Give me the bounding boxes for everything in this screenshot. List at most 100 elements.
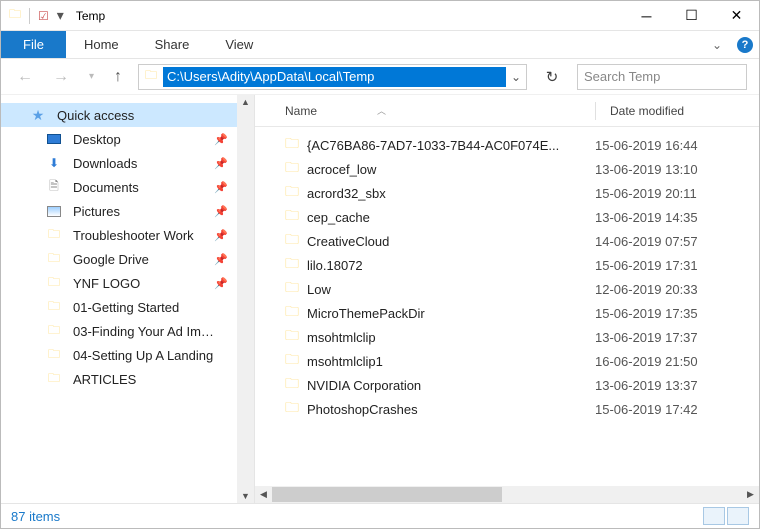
address-input[interactable] [163,67,506,87]
file-date: 13-06-2019 13:37 [595,378,698,393]
navigation-pane[interactable]: ★ Quick access Desktop 📌⬇ Downloads 📌🗎 D… [1,95,255,503]
file-date: 12-06-2019 20:33 [595,282,698,297]
forward-button[interactable]: → [49,68,73,86]
pin-icon: 📌 [214,157,228,170]
sidebar-item[interactable]: 🗀 01-Getting Started [1,295,254,319]
tab-share[interactable]: Share [137,31,208,58]
file-row[interactable]: 🗀 MicroThemePackDir 15-06-2019 17:35 [255,301,759,325]
file-name: msohtmlclip1 [307,354,595,369]
sidebar-item[interactable]: 🗎 Documents 📌 [1,175,254,199]
file-row[interactable]: 🗀 Low 12-06-2019 20:33 [255,277,759,301]
maximize-button[interactable]: ☐ [669,1,714,31]
help-icon: ? [737,37,753,53]
file-date: 15-06-2019 17:42 [595,402,698,417]
title-bar: 🗀 ☑ ▾ Temp ─ ☐ ✕ [1,1,759,31]
scrollbar-thumb[interactable] [272,487,502,502]
file-name: {AC76BA86-7AD7-1033-7B44-AC0F074E... [307,138,595,153]
pin-icon: 📌 [214,205,228,218]
sidebar-scrollbar[interactable]: ▲▼ [237,95,254,503]
up-button[interactable]: ↑ [110,68,126,86]
column-name[interactable]: Name︿ [285,104,595,118]
file-date: 16-06-2019 21:50 [595,354,698,369]
file-row[interactable]: 🗀 msohtmlclip 13-06-2019 17:37 [255,325,759,349]
sidebar-quick-access[interactable]: ★ Quick access [1,103,254,127]
details-view-button[interactable] [703,507,725,525]
file-list[interactable]: 🗀 {AC76BA86-7AD7-1033-7B44-AC0F074E... 1… [255,127,759,486]
view-switcher [703,507,749,525]
sidebar-item[interactable]: Pictures 📌 [1,199,254,223]
sidebar-item-label: 04-Setting Up A Landing [73,348,218,363]
sidebar-item[interactable]: 🗀 Google Drive 📌 [1,247,254,271]
column-headers[interactable]: Name︿ Date modified [255,95,759,127]
scroll-up-icon[interactable]: ▲ [241,97,250,107]
refresh-button[interactable]: ↻ [539,64,565,90]
folder-icon: 🗀 [285,301,307,325]
back-button[interactable]: ← [13,68,37,86]
file-date: 15-06-2019 17:31 [595,258,698,273]
file-row[interactable]: 🗀 {AC76BA86-7AD7-1033-7B44-AC0F074E... 1… [255,133,759,157]
file-tab[interactable]: File [1,31,66,58]
scroll-left-icon[interactable]: ◀ [255,489,272,500]
close-button[interactable]: ✕ [714,1,759,31]
sidebar-item[interactable]: ⬇ Downloads 📌 [1,151,254,175]
file-name: MicroThemePackDir [307,306,595,321]
file-date: 13-06-2019 17:37 [595,330,698,345]
file-row[interactable]: 🗀 acrocef_low 13-06-2019 13:10 [255,157,759,181]
folder-icon: 🗀 [285,133,307,157]
tab-view[interactable]: View [207,31,271,58]
thumbnails-view-button[interactable] [727,507,749,525]
folder-icon: 🗀 [285,205,307,229]
sidebar-item[interactable]: 🗀 ARTICLES [1,367,254,391]
folder-icon: 🗀 [285,229,307,253]
scroll-down-icon[interactable]: ▼ [241,491,250,501]
qat-dropdown-icon[interactable]: ▾ [57,7,64,24]
scroll-right-icon[interactable]: ▶ [742,489,759,500]
horizontal-scrollbar[interactable]: ◀ ▶ [255,486,759,503]
file-date: 13-06-2019 13:10 [595,162,698,177]
file-row[interactable]: 🗀 cep_cache 13-06-2019 14:35 [255,205,759,229]
recent-dropdown-icon[interactable]: ▾ [85,71,98,82]
ribbon-tabs: File Home Share View ⌄ ? [1,31,759,59]
expand-ribbon-icon[interactable]: ⌄ [703,31,731,58]
minimize-button[interactable]: ─ [624,1,669,31]
file-row[interactable]: 🗀 PhotoshopCrashes 15-06-2019 17:42 [255,397,759,421]
sidebar-item-label: ARTICLES [73,372,218,387]
downloads-icon: ⬇ [45,154,63,172]
sidebar-item[interactable]: 🗀 03-Finding Your Ad Image [1,319,254,343]
sidebar-item[interactable]: 🗀 YNF LOGO 📌 [1,271,254,295]
sidebar-item-label: Documents [73,180,204,195]
file-row[interactable]: 🗀 msohtmlclip1 16-06-2019 21:50 [255,349,759,373]
properties-icon[interactable]: ☑ [38,9,49,23]
folder-icon: 🗀 [285,277,307,301]
file-row[interactable]: 🗀 CreativeCloud 14-06-2019 07:57 [255,229,759,253]
search-box[interactable] [577,64,747,90]
folder-icon: 🗀 [45,274,63,292]
file-name: PhotoshopCrashes [307,402,595,417]
file-row[interactable]: 🗀 acrord32_sbx 15-06-2019 20:11 [255,181,759,205]
pictures-icon [45,202,63,220]
file-row[interactable]: 🗀 NVIDIA Corporation 13-06-2019 13:37 [255,373,759,397]
file-name: msohtmlclip [307,330,595,345]
tab-home[interactable]: Home [66,31,137,58]
sidebar-item[interactable]: 🗀 04-Setting Up A Landing [1,343,254,367]
file-name: NVIDIA Corporation [307,378,595,393]
address-dropdown-icon[interactable]: ⌄ [506,70,526,84]
file-date: 15-06-2019 17:35 [595,306,698,321]
sidebar-item-label: Downloads [73,156,204,171]
pin-icon: 📌 [214,277,228,290]
file-row[interactable]: 🗀 lilo.18072 15-06-2019 17:31 [255,253,759,277]
sidebar-item[interactable]: Desktop 📌 [1,127,254,151]
sidebar-item[interactable]: 🗀 Troubleshooter Work 📌 [1,223,254,247]
folder-icon: 🗀 [285,349,307,373]
search-input[interactable] [584,69,760,84]
pin-icon: 📌 [214,229,228,242]
address-bar[interactable]: 🗀 ⌄ [138,64,527,90]
file-date: 13-06-2019 14:35 [595,210,698,225]
column-divider[interactable] [595,102,596,120]
column-date[interactable]: Date modified [610,104,684,118]
star-icon: ★ [29,106,47,124]
folder-icon: 🗀 [45,298,63,316]
file-name: lilo.18072 [307,258,595,273]
help-button[interactable]: ? [731,31,759,58]
sidebar-item-label: YNF LOGO [73,276,204,291]
